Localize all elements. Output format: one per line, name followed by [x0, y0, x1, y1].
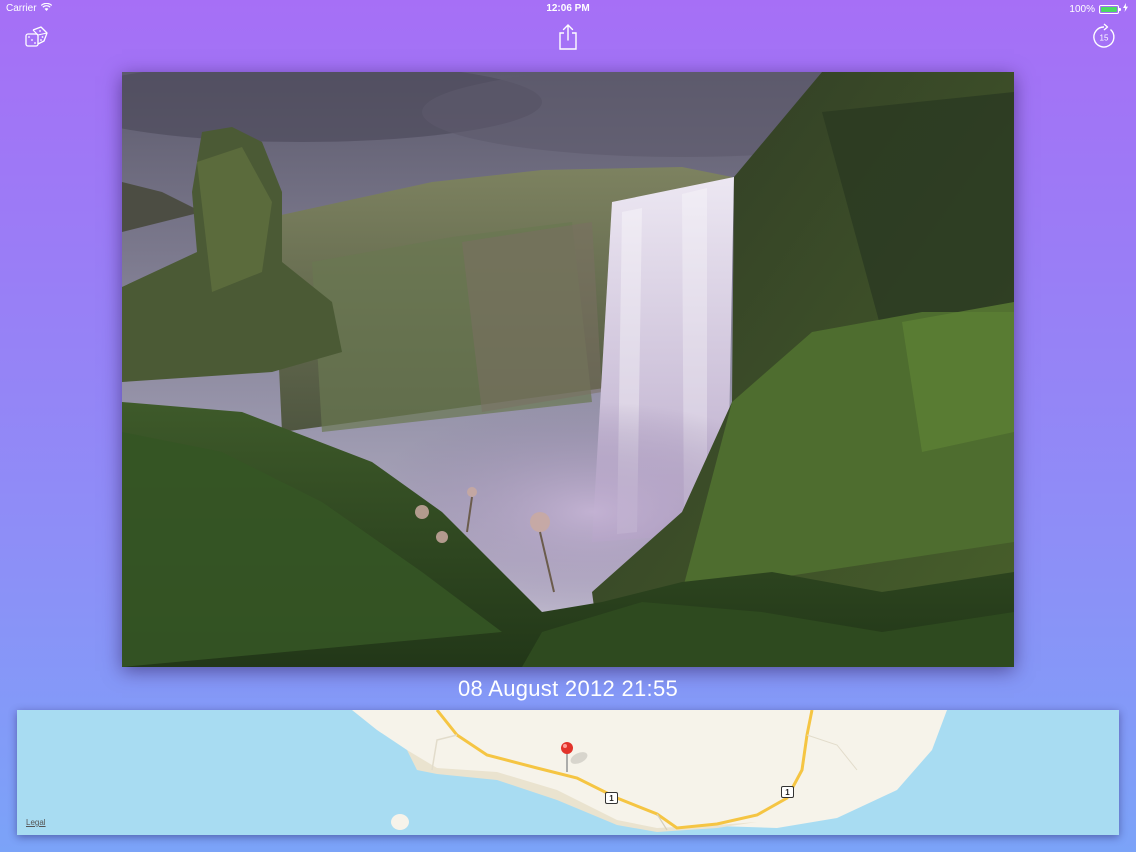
route-badge: 1 — [781, 786, 794, 798]
status-bar: Carrier 12:06 PM 100% — [0, 0, 1136, 18]
share-button[interactable] — [553, 22, 583, 52]
map-illustration — [17, 710, 1119, 835]
legal-link[interactable]: Legal — [26, 818, 46, 827]
photo-illustration — [122, 72, 1014, 667]
battery-icon — [1099, 4, 1121, 14]
replay-count: 15 — [1100, 34, 1109, 43]
charging-icon — [1123, 3, 1128, 15]
route-badge: 1 — [605, 792, 618, 804]
waterfall-photo[interactable] — [122, 72, 1014, 667]
battery-fill — [1101, 6, 1117, 12]
location-map[interactable]: 1 1 Legal — [17, 710, 1119, 835]
random-photo-button[interactable] — [21, 22, 51, 52]
replay-icon: 15 — [1093, 23, 1115, 48]
battery-group: 100% — [1069, 3, 1128, 15]
share-icon — [559, 24, 577, 50]
battery-percent: 100% — [1069, 3, 1095, 15]
replay-button[interactable]: 15 — [1089, 22, 1119, 52]
dice-icon — [25, 26, 48, 47]
status-time: 12:06 PM — [546, 3, 590, 14]
photo-date: 08 August 2012 21:55 — [457, 676, 679, 701]
